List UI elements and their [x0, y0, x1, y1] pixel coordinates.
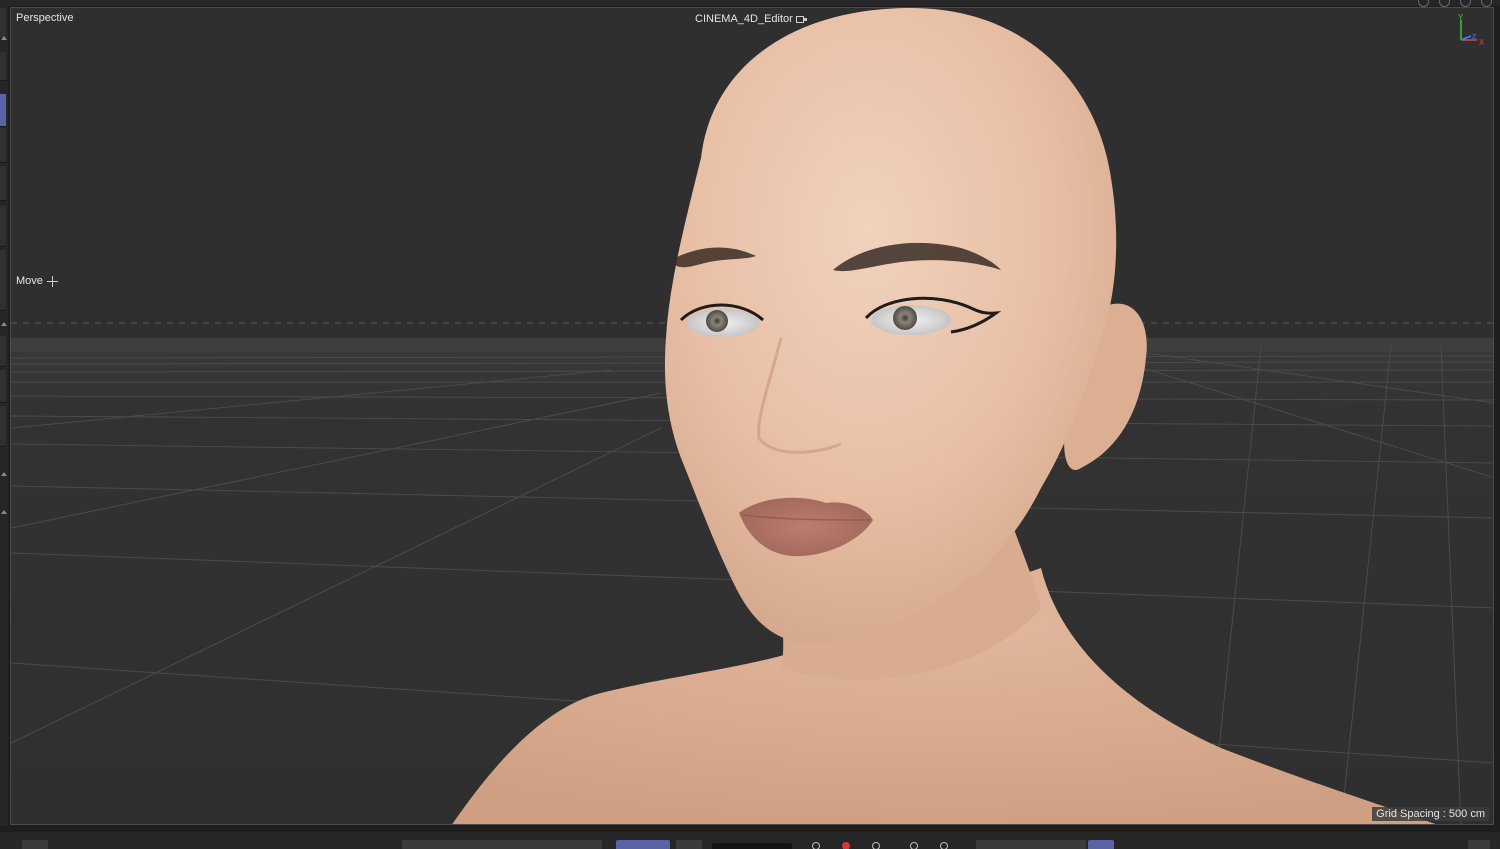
panel-settings-icon[interactable] [1418, 0, 1429, 7]
camera-name-text: CINEMA_4D_Editor [695, 13, 793, 25]
record-icon[interactable] [842, 842, 850, 849]
autokey-icon[interactable] [872, 842, 880, 849]
perspective-viewport[interactable]: Perspective CINEMA_4D_Editor Move Y Z X … [10, 7, 1494, 825]
palette-button[interactable] [0, 250, 6, 311]
axis-gizmo: Y Z X [1458, 13, 1485, 47]
axis-y-label: Y [1458, 13, 1464, 22]
move-icon [46, 275, 58, 287]
palette-button[interactable] [0, 8, 6, 39]
frame-field[interactable] [712, 843, 792, 849]
palette-expand-icon[interactable] [1, 322, 7, 326]
left-iris [706, 310, 728, 332]
palette-expand-icon[interactable] [1, 510, 7, 514]
cinema4d-editor: Perspective CINEMA_4D_Editor Move Y Z X … [0, 0, 1500, 849]
top-menu-strip [0, 0, 1500, 7]
timeline-toolbar [0, 832, 1500, 849]
camera-name-label[interactable]: CINEMA_4D_Editor [695, 12, 807, 26]
panel-help-icon[interactable] [1460, 0, 1471, 7]
record-settings-icon[interactable] [812, 842, 820, 849]
viewport-scene [11, 8, 1493, 824]
axis-z-label: Z [1472, 34, 1477, 41]
palette-button[interactable] [0, 336, 6, 367]
palette-button-active[interactable] [0, 94, 6, 127]
keyframe-selection-icon[interactable] [910, 842, 918, 849]
active-tool-label: Move [16, 274, 58, 288]
right-iris [893, 306, 917, 330]
active-tool-text: Move [16, 275, 43, 287]
palette-button[interactable] [0, 166, 6, 201]
panel-pin-icon[interactable] [1439, 0, 1450, 7]
playback-option-button[interactable] [676, 840, 702, 849]
expand-timeline-button[interactable] [1468, 840, 1490, 849]
camera-icon [795, 15, 807, 23]
grid-spacing-readout: Grid Spacing : 500 cm [1372, 807, 1489, 821]
key-type-buttons[interactable] [976, 840, 1086, 849]
palette-button[interactable] [0, 370, 6, 403]
palette-button[interactable] [0, 52, 6, 81]
palette-button[interactable] [0, 406, 6, 447]
motion-path-icon[interactable] [940, 842, 948, 849]
window-controls [1418, 0, 1492, 7]
palette-button[interactable] [0, 206, 6, 247]
palette-expand-icon[interactable] [1, 472, 7, 476]
left-tool-palette [0, 6, 8, 826]
palette-button[interactable] [0, 128, 6, 163]
scheme-button[interactable] [1088, 840, 1114, 849]
loop-mode-button[interactable] [616, 840, 670, 849]
home-button[interactable] [22, 840, 48, 849]
axis-x-label: X [1479, 38, 1485, 47]
playback-controls[interactable] [402, 840, 602, 849]
view-name-label[interactable]: Perspective [16, 11, 73, 25]
palette-expand-icon[interactable] [1, 36, 7, 40]
panel-maximize-icon[interactable] [1481, 0, 1492, 7]
